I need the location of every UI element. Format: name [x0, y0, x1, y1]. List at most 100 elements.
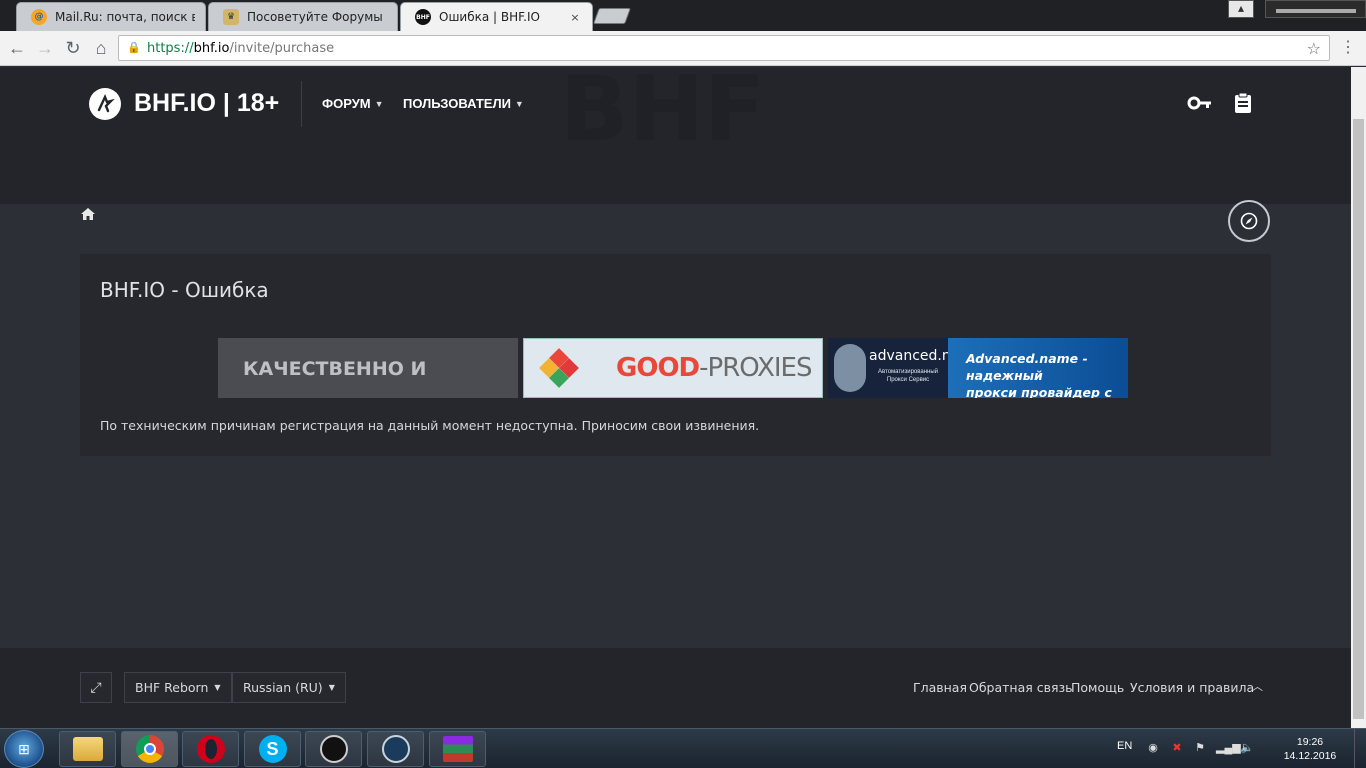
good-proxies-text: GOOD-PROXIES — [616, 353, 812, 383]
tab-forum[interactable]: ♛ Посоветуйте Форумы | — [208, 2, 398, 31]
taskbar-skype[interactable]: S — [244, 731, 301, 767]
steam-icon — [381, 735, 410, 763]
advanced-name-logo: advanced.name Автоматизированный Прокси … — [828, 338, 982, 398]
forward-icon[interactable]: → — [34, 37, 56, 59]
advanced-name-slogan: Advanced.name - надежный прокси провайде… — [966, 350, 1128, 398]
network-icon[interactable]: ▂▄▆ — [1216, 741, 1241, 755]
scrollbar-thumb[interactable] — [1353, 119, 1364, 719]
nav-forum-label: ФОРУМ — [322, 96, 371, 111]
advanced-name-line2: прокси провайдер с 2005 г. — [966, 385, 1112, 398]
tab-strip: @ Mail.Ru: почта, поиск в ♛ Посоветуйте … — [0, 0, 1366, 31]
address-bar[interactable]: 🔒 https:// bhf.io /invite/purchase ☆ — [118, 35, 1330, 61]
compass-icon[interactable] — [1228, 200, 1270, 242]
volume-icon[interactable]: 🔈 — [1240, 741, 1254, 755]
language-indicator[interactable]: EN — [1117, 740, 1132, 752]
action-center-icon[interactable]: ✖ — [1170, 741, 1184, 755]
page-viewport: BHF BHF.IO | 18+ ФОРУМ ▼ ПОЛЬЗОВАТЕЛИ ▼ … — [0, 67, 1351, 728]
winrar-icon — [442, 736, 473, 762]
error-block: BHF.IO - Ошибка КАЧЕСТВЕННО И GOOD-PROXI… — [80, 254, 1271, 456]
page-title: BHF.IO - Ошибка — [100, 278, 269, 302]
browser-toolbar: ← → ↻ ⌂ 🔒 https:// bhf.io /invite/purcha… — [0, 31, 1366, 66]
back-icon[interactable]: ← — [6, 37, 28, 59]
home-button-icon[interactable]: ⌂ — [90, 37, 112, 59]
taskbar-explorer[interactable] — [59, 731, 116, 767]
opera-icon — [196, 735, 225, 763]
banner-quality-text: КАЧЕСТВЕННО И — [243, 358, 427, 380]
taskbar-steam[interactable] — [367, 731, 424, 767]
header-divider — [301, 81, 302, 127]
mail-ru-icon: @ — [31, 9, 47, 25]
banner-good-proxies[interactable]: GOOD-PROXIES — [523, 338, 823, 398]
good-proxies-suffix: -PROXIES — [699, 353, 812, 383]
logo-icon[interactable] — [89, 88, 121, 120]
clock-date: 14.12.2016 — [1283, 750, 1337, 762]
explorer-icon — [72, 737, 103, 761]
clock[interactable]: 19:26 14.12.2016 — [1278, 735, 1342, 763]
header-background-art: BHF — [560, 67, 766, 162]
footer-link-contact[interactable]: Обратная связь — [969, 680, 1073, 695]
new-tab-button[interactable] — [593, 8, 631, 24]
footer-link-help[interactable]: Помощь — [1071, 680, 1124, 695]
taskbar-chrome[interactable] — [121, 731, 178, 767]
footer-link-home[interactable]: Главная — [913, 680, 967, 695]
forum-icon: ♛ — [223, 9, 239, 25]
chevron-down-icon: ▼ — [374, 98, 384, 109]
tray-app-icon[interactable]: ◉ — [1146, 741, 1160, 755]
bhf-icon: BHF — [415, 9, 431, 25]
site-footer: ⤢ BHF Reborn ▼ Russian (RU) ▼ Главная Об… — [0, 648, 1351, 728]
window-controls[interactable] — [1265, 0, 1366, 18]
url-protocol: https:// — [147, 40, 194, 56]
caret-down-icon: ▼ — [328, 683, 335, 692]
nav-users-label: ПОЛЬЗОВАТЕЛИ — [403, 96, 511, 111]
language-chooser-label: Russian (RU) — [243, 680, 323, 695]
nav-users[interactable]: ПОЛЬЗОВАТЕЛИ ▼ — [403, 96, 524, 111]
style-chooser[interactable]: BHF Reborn ▼ — [124, 672, 232, 703]
advanced-name-line1: Advanced.name - надежный — [966, 351, 1088, 383]
page-scrollbar[interactable] — [1351, 67, 1366, 728]
taskbar: ⊞ S EN ◉ ✖ ⚑ ▂▄▆ 🔈 19:26 14.12.2016 — [0, 728, 1366, 768]
taskbar-opera[interactable] — [182, 731, 239, 767]
tab-title: Mail.Ru: почта, поиск в — [55, 10, 195, 24]
profile-icon[interactable]: ▴ — [1228, 0, 1254, 18]
advanced-name-subtitle: Автоматизированный Прокси Сервис — [877, 369, 939, 383]
chevron-down-icon: ▼ — [514, 98, 524, 109]
taskbar-app[interactable] — [305, 731, 362, 767]
footer-link-terms[interactable]: Условия и правила — [1130, 680, 1254, 695]
good-proxies-logo-icon — [539, 348, 579, 388]
tab-mail-ru[interactable]: @ Mail.Ru: почта, поиск в — [16, 2, 206, 31]
expand-width-button[interactable]: ⤢ — [80, 672, 112, 703]
chrome-menu-icon[interactable]: ⋮ — [1340, 37, 1356, 59]
caret-down-icon: ▼ — [214, 683, 221, 692]
bookmark-star-icon[interactable]: ☆ — [1307, 39, 1321, 58]
scroll-top-icon[interactable]: ︿ — [1252, 678, 1263, 694]
system-tray: EN ◉ ✖ ⚑ ▂▄▆ 🔈 19:26 14.12.2016 — [1110, 729, 1366, 768]
start-button[interactable]: ⊞ — [4, 730, 44, 768]
site-header: BHF BHF.IO | 18+ ФОРУМ ▼ ПОЛЬЗОВАТЕЛИ ▼ — [0, 67, 1351, 204]
style-chooser-label: BHF Reborn — [135, 680, 209, 695]
error-message: По техническим причинам регистрация на д… — [100, 418, 760, 433]
url-path: /invite/purchase — [229, 40, 335, 56]
expand-icon: ⤢ — [90, 679, 102, 696]
windows-logo-icon: ⊞ — [18, 741, 30, 757]
site-logo[interactable]: BHF.IO | 18+ — [134, 89, 279, 118]
close-tab-icon[interactable]: × — [568, 11, 582, 24]
chrome-icon — [135, 735, 164, 763]
key-icon[interactable] — [1187, 93, 1213, 113]
banner-quality[interactable]: КАЧЕСТВЕННО И — [218, 338, 518, 398]
home-icon[interactable] — [80, 207, 96, 223]
tab-title: Ошибка | BHF.IO — [439, 10, 540, 24]
show-desktop-button[interactable] — [1354, 729, 1366, 768]
flag-icon[interactable]: ⚑ — [1193, 741, 1207, 755]
good-proxies-prefix: GOOD — [616, 353, 700, 383]
tab-title: Посоветуйте Форумы | — [247, 10, 387, 24]
language-chooser[interactable]: Russian (RU) ▼ — [232, 672, 346, 703]
breadcrumb — [80, 200, 1270, 245]
tab-bhf-error[interactable]: BHF Ошибка | BHF.IO × — [400, 2, 593, 31]
url-domain: bhf.io — [193, 40, 230, 56]
clipboard-icon[interactable] — [1233, 92, 1253, 114]
banner-advanced-name[interactable]: advanced.name Автоматизированный Прокси … — [828, 338, 1128, 398]
clock-time: 19:26 — [1296, 736, 1324, 748]
reload-icon[interactable]: ↻ — [62, 37, 84, 59]
nav-forum[interactable]: ФОРУМ ▼ — [322, 96, 384, 111]
taskbar-winrar[interactable] — [429, 731, 486, 767]
